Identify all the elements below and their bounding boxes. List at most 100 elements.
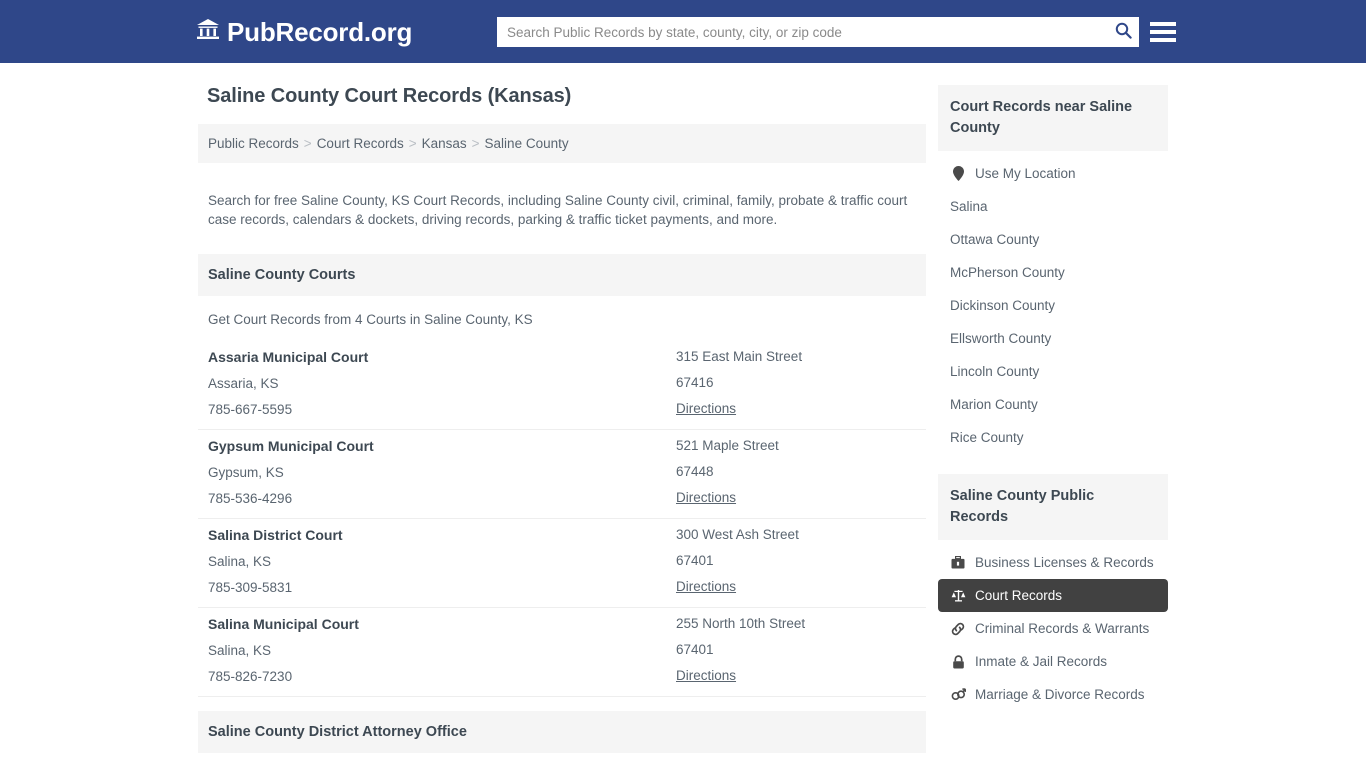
breadcrumb: Public Records > Court Records > Kansas … bbox=[198, 124, 926, 163]
hamburger-menu-icon-bar bbox=[1150, 22, 1176, 26]
sidebar: Court Records near Saline County Use My … bbox=[938, 85, 1168, 768]
court-name: Salina Municipal Court bbox=[208, 615, 359, 632]
balance-scale-icon bbox=[950, 589, 966, 602]
court-zip: 67416 bbox=[676, 374, 714, 390]
court-entry-details: Assaria Municipal Court Assaria, KS 785-… bbox=[208, 349, 676, 417]
site-header: PubRecord.org bbox=[0, 0, 1366, 63]
sidebar-item-lincoln-county[interactable]: Lincoln County bbox=[938, 355, 1168, 388]
sidebar-item-label: Ellsworth County bbox=[950, 331, 1052, 347]
site-logo[interactable]: PubRecord.org bbox=[196, 18, 412, 45]
directions-link[interactable]: Directions bbox=[676, 490, 736, 505]
table-row: Gypsum Municipal Court Gypsum, KS 785-53… bbox=[198, 430, 926, 519]
sidebar-item-court-records[interactable]: Court Records bbox=[938, 579, 1168, 613]
court-street: 315 East Main Street bbox=[676, 348, 803, 364]
sidebar-item-inmate-jail-records[interactable]: Inmate & Jail Records bbox=[938, 645, 1168, 678]
sidebar-item-label: Inmate & Jail Records bbox=[975, 654, 1108, 670]
court-phone: 785-536-4296 bbox=[208, 490, 293, 506]
main-content: Saline County Court Records (Kansas) Pub… bbox=[198, 85, 926, 768]
map-pin-icon bbox=[950, 166, 966, 182]
sidebar-item-label: Business Licenses & Records bbox=[975, 555, 1154, 571]
breadcrumb-separator: > bbox=[471, 136, 480, 151]
court-zip: 67401 bbox=[676, 552, 714, 568]
sidebar-item-label: Court Records bbox=[975, 588, 1063, 604]
sidebar-item-label: Marriage & Divorce Records bbox=[975, 687, 1145, 703]
sidebar-item-label: Dickinson County bbox=[950, 298, 1056, 314]
district-attorney-section-subheading: Get Court Records from 1 District Attorn… bbox=[198, 753, 926, 768]
site-logo-text: PubRecord.org bbox=[227, 16, 413, 47]
sidebar-item-use-my-location[interactable]: Use My Location bbox=[938, 157, 1168, 190]
court-zip: 67448 bbox=[676, 463, 714, 479]
court-entry-address: 300 West Ash Street 67401 Directions bbox=[676, 527, 916, 595]
court-phone: 785-826-7230 bbox=[208, 668, 293, 684]
court-name: Assaria Municipal Court bbox=[208, 348, 369, 365]
court-street: 255 North 10th Street bbox=[676, 615, 806, 631]
breadcrumb-separator: > bbox=[303, 136, 312, 151]
directions-link[interactable]: Directions bbox=[676, 579, 736, 594]
breadcrumb-item-saline-county[interactable]: Saline County bbox=[485, 136, 569, 151]
court-entry-details: Salina Municipal Court Salina, KS 785-82… bbox=[208, 616, 676, 684]
directions-link[interactable]: Directions bbox=[676, 668, 736, 683]
court-city-state: Salina, KS bbox=[208, 642, 272, 658]
sidebar-item-marriage-divorce-records[interactable]: Marriage & Divorce Records bbox=[938, 678, 1168, 711]
hamburger-menu-button[interactable] bbox=[1150, 19, 1176, 45]
court-entry-address: 255 North 10th Street 67401 Directions bbox=[676, 616, 916, 684]
court-name: Gypsum Municipal Court bbox=[208, 437, 374, 454]
breadcrumb-separator: > bbox=[408, 136, 417, 151]
court-entry-address: 521 Maple Street 67448 Directions bbox=[676, 438, 916, 506]
sidebar-item-business-licenses[interactable]: Business Licenses & Records bbox=[938, 546, 1168, 579]
hamburger-menu-icon-bar bbox=[1150, 38, 1176, 42]
search-bar bbox=[497, 17, 1139, 47]
court-entry-address: 315 East Main Street 67416 Directions bbox=[676, 349, 916, 417]
table-row: Assaria Municipal Court Assaria, KS 785-… bbox=[198, 341, 926, 430]
court-city-state: Salina, KS bbox=[208, 553, 272, 569]
court-phone: 785-309-5831 bbox=[208, 579, 293, 595]
sidebar-item-label: Rice County bbox=[950, 430, 1024, 446]
court-city-state: Gypsum, KS bbox=[208, 464, 284, 480]
breadcrumb-item-public-records[interactable]: Public Records bbox=[208, 136, 299, 151]
table-row: Salina Municipal Court Salina, KS 785-82… bbox=[198, 608, 926, 697]
sidebar-item-label: Criminal Records & Warrants bbox=[975, 621, 1150, 637]
sidebar-item-label: Salina bbox=[950, 199, 988, 215]
court-name: Salina District Court bbox=[208, 526, 343, 543]
sidebar-item-ellsworth-county[interactable]: Ellsworth County bbox=[938, 322, 1168, 355]
court-city-state: Assaria, KS bbox=[208, 375, 279, 391]
court-entry-details: Gypsum Municipal Court Gypsum, KS 785-53… bbox=[208, 438, 676, 506]
sidebar-item-marion-county[interactable]: Marion County bbox=[938, 388, 1168, 421]
sidebar-public-records-block: Saline County Public Records Business Li… bbox=[938, 474, 1168, 711]
sidebar-item-mcpherson-county[interactable]: McPherson County bbox=[938, 256, 1168, 289]
lock-icon bbox=[950, 654, 966, 669]
court-zip: 67401 bbox=[676, 641, 714, 657]
sidebar-item-salina[interactable]: Salina bbox=[938, 190, 1168, 223]
bank-building-icon bbox=[196, 18, 220, 45]
courts-section-subheading: Get Court Records from 4 Courts in Salin… bbox=[208, 311, 533, 327]
search-input[interactable] bbox=[497, 18, 1107, 46]
court-phone: 785-667-5595 bbox=[208, 401, 293, 417]
sidebar-item-dickinson-county[interactable]: Dickinson County bbox=[938, 289, 1168, 322]
search-icon bbox=[1115, 22, 1132, 42]
directions-link[interactable]: Directions bbox=[676, 401, 736, 416]
gender-symbols-icon bbox=[950, 688, 966, 701]
sidebar-item-label: Marion County bbox=[950, 397, 1038, 413]
sidebar-nearby-heading: Court Records near Saline County bbox=[938, 85, 1168, 152]
briefcase-icon bbox=[950, 556, 966, 569]
sidebar-public-records-list: Business Licenses & Records Court Record… bbox=[938, 540, 1168, 711]
page-body: Saline County Court Records (Kansas) Pub… bbox=[0, 63, 1366, 768]
chain-link-icon bbox=[950, 622, 966, 636]
sidebar-public-records-heading: Saline County Public Records bbox=[938, 474, 1168, 541]
breadcrumb-item-kansas[interactable]: Kansas bbox=[422, 136, 467, 151]
sidebar-item-criminal-records[interactable]: Criminal Records & Warrants bbox=[938, 612, 1168, 645]
court-street: 300 West Ash Street bbox=[676, 526, 799, 542]
courts-section-heading: Saline County Courts bbox=[198, 253, 926, 296]
table-row: Salina District Court Salina, KS 785-309… bbox=[198, 519, 926, 608]
sidebar-item-label: Use My Location bbox=[975, 166, 1076, 182]
sidebar-item-rice-county[interactable]: Rice County bbox=[938, 421, 1168, 454]
hamburger-menu-icon-bar bbox=[1150, 30, 1176, 34]
sidebar-item-label: Lincoln County bbox=[950, 364, 1040, 380]
district-attorney-section-heading: Saline County District Attorney Office bbox=[198, 710, 926, 753]
sidebar-item-ottawa-county[interactable]: Ottawa County bbox=[938, 223, 1168, 256]
search-button[interactable] bbox=[1107, 18, 1139, 46]
page-title: Saline County Court Records (Kansas) bbox=[207, 85, 572, 107]
court-entry-details: Salina District Court Salina, KS 785-309… bbox=[208, 527, 676, 595]
sidebar-item-label: McPherson County bbox=[950, 265, 1065, 281]
breadcrumb-item-court-records[interactable]: Court Records bbox=[317, 136, 404, 151]
